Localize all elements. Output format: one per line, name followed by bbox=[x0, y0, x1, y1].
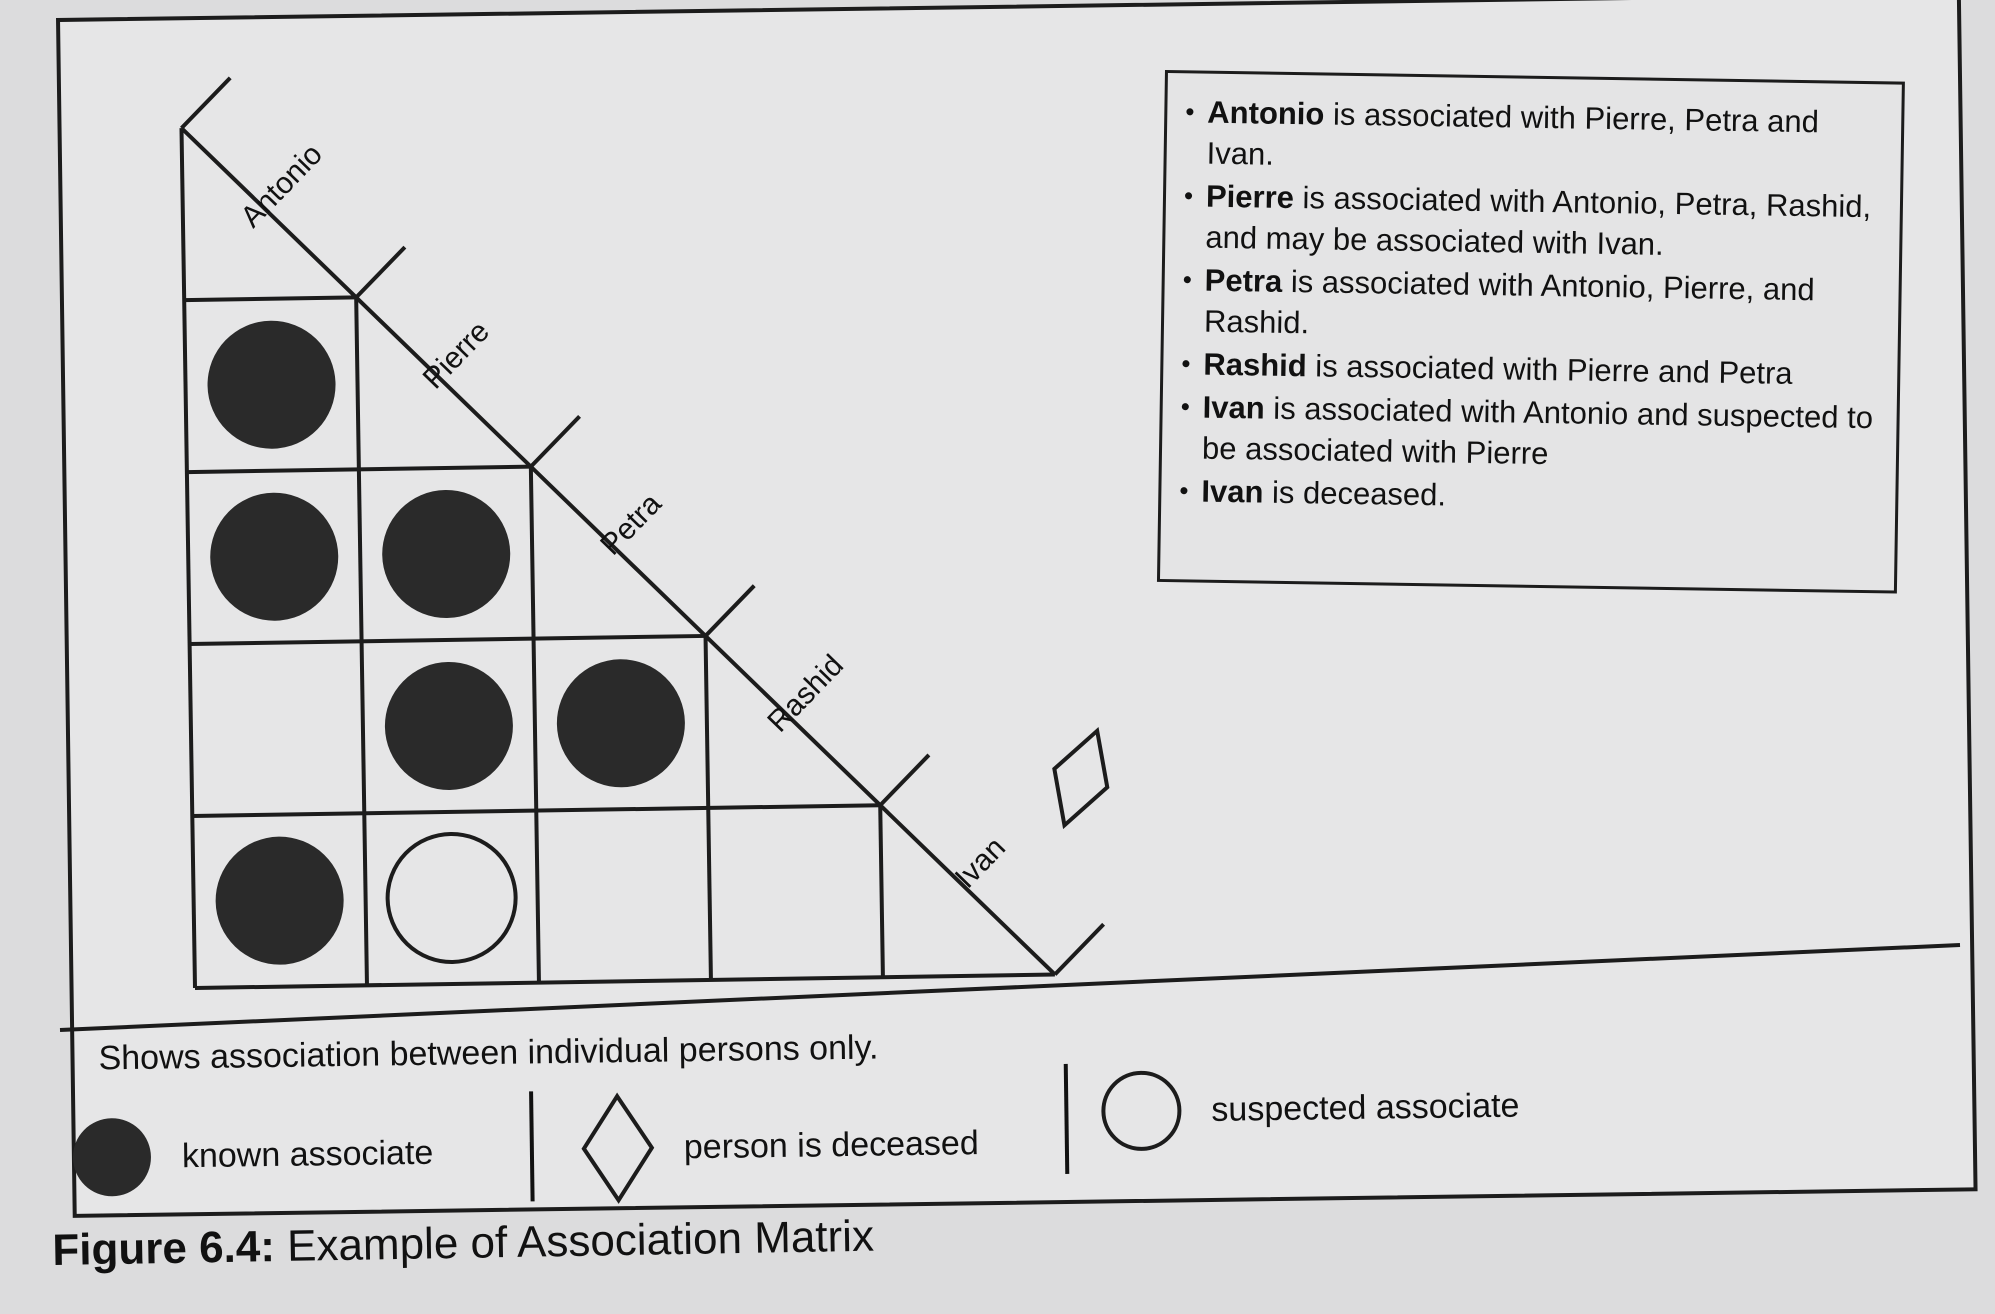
diagonal-tick bbox=[704, 584, 756, 638]
figure-number: Figure 6.4: bbox=[52, 1222, 276, 1275]
diamond-icon bbox=[581, 1092, 655, 1204]
suspected-associate-circle bbox=[385, 831, 518, 964]
association-summary-item: Petra is associated with Antonio, Pierre… bbox=[1204, 260, 1877, 353]
known-associate-dot bbox=[210, 492, 339, 621]
diagonal-tick bbox=[354, 245, 407, 299]
grid-left-edge bbox=[179, 128, 197, 989]
legend-note: Shows association between individual per… bbox=[98, 1028, 879, 1078]
legend-known-associate: known associate bbox=[69, 1111, 434, 1200]
diagonal-tick bbox=[878, 753, 931, 807]
grid-row-line bbox=[184, 295, 357, 303]
figure-title: Example of Association Matrix bbox=[286, 1211, 875, 1271]
person-name: Ivan bbox=[1201, 473, 1264, 510]
person-label: Petra bbox=[594, 487, 668, 562]
person-label: Antonio bbox=[234, 138, 329, 234]
association-description: is associated with Antonio and suspected… bbox=[1201, 390, 1874, 472]
association-description: is associated with Pierre and Petra bbox=[1306, 348, 1793, 391]
legend-known-label: known associate bbox=[181, 1133, 434, 1175]
legend-divider bbox=[529, 1091, 535, 1202]
diagonal-tick bbox=[1053, 922, 1106, 976]
grid-column-line bbox=[878, 805, 885, 978]
grid-column-line bbox=[703, 635, 713, 980]
person-name: Petra bbox=[1204, 262, 1283, 299]
association-summary-item: Antonio is associated with Pierre, Petra… bbox=[1206, 92, 1879, 185]
known-associate-dot bbox=[556, 659, 685, 788]
legend: Shows association between individual per… bbox=[58, 991, 1961, 1218]
legend-suspected-label: suspected associate bbox=[1211, 1086, 1520, 1129]
person-name: Rashid bbox=[1203, 346, 1308, 384]
association-summary-item: Pierre is associated with Antonio, Petra… bbox=[1205, 176, 1878, 269]
hollow-circle-icon bbox=[1101, 1070, 1182, 1151]
person-name: Ivan bbox=[1202, 389, 1266, 426]
grid-bottom-edge bbox=[194, 972, 1055, 990]
legend-deceased-label: person is deceased bbox=[683, 1123, 979, 1166]
diagonal-tick bbox=[180, 76, 232, 130]
association-description: is associated with Antonio, Pierre, and … bbox=[1203, 263, 1815, 341]
known-associate-dot bbox=[384, 661, 513, 790]
matrix-grid: Antonio Pierre Petra Rashid Ivan bbox=[179, 76, 1110, 990]
association-description: is associated with Antonio, Petra, Rashi… bbox=[1205, 180, 1872, 262]
person-label: Ivan bbox=[949, 831, 1012, 895]
association-summary-item: Ivan is deceased. bbox=[1201, 471, 1874, 523]
grid-column-line bbox=[528, 466, 541, 983]
known-associate-dot bbox=[215, 836, 344, 965]
association-summary-list: Antonio is associated with Pierre, Petra… bbox=[1201, 92, 1880, 523]
filled-circle-icon bbox=[72, 1118, 151, 1197]
association-summary-item: Ivan is associated with Antonio and susp… bbox=[1202, 387, 1875, 480]
person-label: Rashid bbox=[761, 649, 850, 739]
legend-divider bbox=[1063, 1063, 1070, 1174]
legend-deceased: person is deceased bbox=[579, 1087, 979, 1205]
known-associate-dot bbox=[382, 490, 511, 619]
legend-suspected-associate: suspected associate bbox=[1099, 1064, 1520, 1154]
grid-row-line bbox=[189, 633, 706, 647]
association-summary-box: Antonio is associated with Pierre, Petra… bbox=[1156, 70, 1905, 594]
known-associate-dot bbox=[207, 320, 336, 449]
person-name: Pierre bbox=[1205, 178, 1295, 216]
person-name: Antonio bbox=[1207, 94, 1325, 132]
association-description: is deceased. bbox=[1263, 474, 1447, 513]
deceased-diamond-icon bbox=[1052, 726, 1110, 830]
person-label: Pierre bbox=[417, 315, 496, 395]
diagonal-tick bbox=[529, 415, 581, 469]
